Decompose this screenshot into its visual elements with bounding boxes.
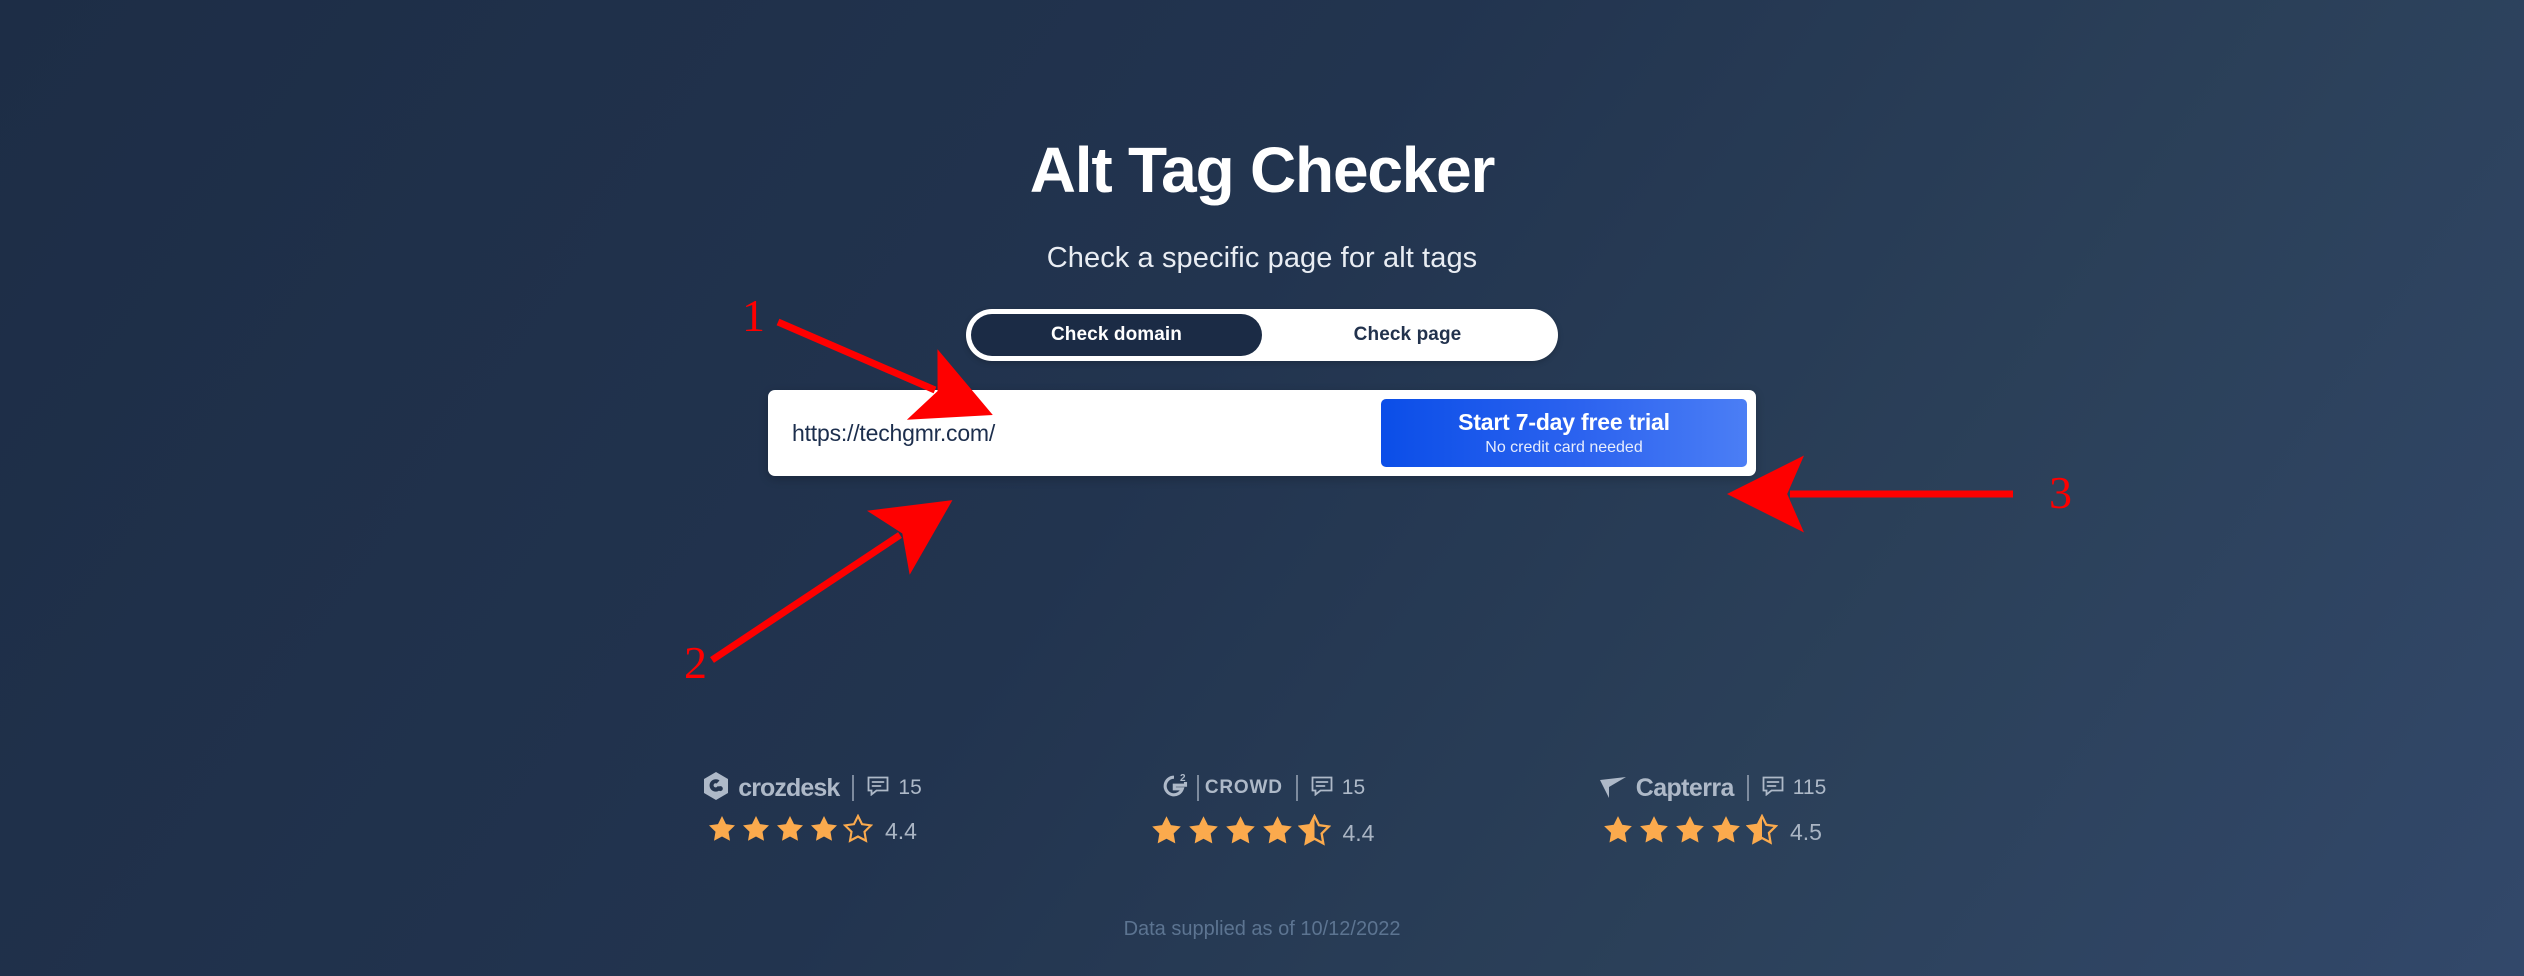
- star-icon-full: [1638, 814, 1670, 851]
- badge-capterra-head: Capterra 115: [1598, 770, 1826, 806]
- star-icon-full: [1674, 814, 1706, 851]
- crozdesk-rating-row: 4.4: [707, 813, 917, 849]
- star-icon-full: [1602, 814, 1634, 851]
- annotation-arrow-2: [710, 500, 953, 663]
- star-icon-full: [1224, 814, 1257, 852]
- check-domain-toggle[interactable]: Check domain: [971, 314, 1262, 356]
- star-icon-full: [1261, 814, 1294, 852]
- alt-tag-checker-page: Alt Tag Checker Check a specific page fo…: [0, 0, 2524, 976]
- capterra-rating-value: 4.5: [1790, 819, 1822, 845]
- badge-divider: [1746, 775, 1749, 801]
- url-form: Start 7-day free trial No credit card ne…: [768, 390, 1756, 476]
- crozdesk-brand-name: crozdesk: [738, 773, 840, 802]
- capterra-reviews: 115: [1762, 776, 1826, 801]
- star-icon-empty: [842, 813, 874, 849]
- g2-crowd-brand-name: CROWD: [1204, 777, 1283, 798]
- g2-crowd-rating-row: 4.4: [1150, 813, 1375, 852]
- start-trial-button-subtitle: No credit card needed: [1485, 439, 1643, 456]
- crozdesk-review-count: 15: [898, 776, 922, 799]
- hero-section: Alt Tag Checker Check a specific page fo…: [0, 0, 2524, 476]
- capterra-arrow-icon: [1598, 771, 1628, 806]
- check-mode-toggle[interactable]: Check domain Check page: [966, 309, 1558, 361]
- crozdesk-logo: crozdesk: [702, 771, 840, 806]
- speech-bubble-icon: [1762, 776, 1784, 801]
- badge-divider: [1295, 775, 1298, 801]
- star-icon-full: [1710, 814, 1742, 851]
- annotation-label-2: 2: [684, 637, 707, 688]
- speech-bubble-icon: [867, 776, 889, 801]
- start-trial-button-title: Start 7-day free trial: [1458, 409, 1670, 435]
- star-icon-half: [1297, 813, 1331, 852]
- crozdesk-rating-value: 4.4: [885, 818, 917, 844]
- url-input[interactable]: [777, 399, 1381, 467]
- capterra-review-count: 115: [1792, 776, 1827, 799]
- g2-crowd-logo: 2 CROWD: [1159, 771, 1283, 806]
- badge-capterra: Capterra 115 4.5: [1562, 770, 1862, 852]
- star-icon-full: [809, 814, 839, 849]
- capterra-brand-name: Capterra: [1635, 773, 1735, 802]
- capterra-rating-row: 4.5: [1602, 813, 1822, 851]
- capterra-stars: [1602, 813, 1779, 851]
- data-supplied-footnote: Data supplied as of 10/12/2022: [1123, 918, 1401, 940]
- speech-bubble-icon: [1311, 776, 1333, 801]
- badge-divider: [852, 775, 855, 801]
- g2-crowd-icon: 2: [1159, 771, 1191, 806]
- annotation-label-3: 3: [2049, 467, 2072, 518]
- badge-g2-crowd-head: 2 CROWD 15: [1159, 770, 1365, 806]
- badge-crozdesk: crozdesk 15 4.4: [662, 770, 962, 852]
- star-icon-full: [1150, 814, 1183, 852]
- capterra-logo: Capterra: [1598, 771, 1734, 806]
- g2-inner-divider: [1196, 775, 1199, 801]
- review-badges: crozdesk 15 4.4 2 CROWD 15 4.4 Capterra …: [0, 770, 2524, 852]
- star-icon-full: [741, 814, 771, 849]
- star-icon-half: [1745, 813, 1779, 851]
- start-trial-button[interactable]: Start 7-day free trial No credit card ne…: [1381, 399, 1747, 467]
- check-page-toggle[interactable]: Check page: [1262, 314, 1553, 356]
- badge-g2-crowd: 2 CROWD 15 4.4: [1112, 770, 1412, 852]
- star-icon-full: [1187, 814, 1220, 852]
- page-title: Alt Tag Checker: [1029, 134, 1496, 206]
- crozdesk-hexagon-icon: [702, 771, 730, 806]
- star-icon-full: [775, 814, 805, 849]
- star-icon-full: [707, 814, 737, 849]
- svg-text:2: 2: [1180, 773, 1186, 784]
- g2-crowd-reviews: 15: [1311, 776, 1365, 801]
- page-subtitle: Check a specific page for alt tags: [1046, 242, 1478, 274]
- badge-crozdesk-head: crozdesk 15: [702, 770, 922, 806]
- crozdesk-reviews: 15: [867, 776, 922, 801]
- g2-crowd-rating-value: 4.4: [1342, 819, 1375, 846]
- g2-crowd-review-count: 15: [1341, 776, 1366, 799]
- crozdesk-stars: [707, 813, 874, 849]
- g2-crowd-stars: [1150, 813, 1331, 852]
